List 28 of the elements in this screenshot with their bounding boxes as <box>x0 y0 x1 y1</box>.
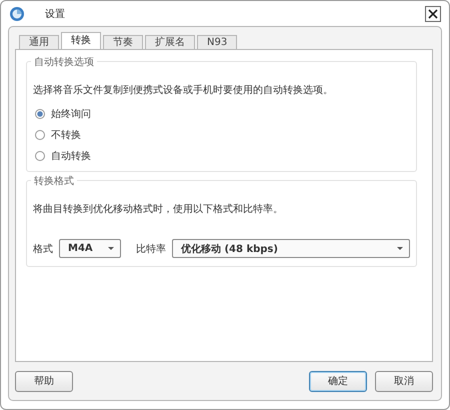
close-icon <box>428 8 438 18</box>
dropdown[interactable]: 优化移动 (48 kbps) <box>172 239 410 258</box>
radio-label[interactable]: 始终询问 <box>51 107 91 121</box>
field-label: 格式 <box>33 242 53 256</box>
tab[interactable]: 节奏 <box>103 35 143 49</box>
radio-label[interactable]: 不转换 <box>51 128 81 142</box>
tab[interactable]: 扩展名 <box>145 35 195 49</box>
radio-button[interactable] <box>35 130 45 140</box>
radio-label[interactable]: 自动转换 <box>51 149 91 163</box>
field-label: 比特率 <box>136 242 166 256</box>
app-logo-icon <box>9 6 25 22</box>
radio-button[interactable] <box>35 151 45 161</box>
caret-icon <box>397 247 403 250</box>
group-title: 自动转换选项 <box>31 55 97 69</box>
tab[interactable]: 转换 <box>61 32 101 49</box>
radio-button[interactable] <box>35 109 45 119</box>
window-title: 设置 <box>45 8 65 20</box>
dialog-button[interactable]: 帮助 <box>15 370 73 392</box>
description-text: 选择将音乐文件复制到便携式设备或手机时要使用的自动转换选项。 <box>33 84 334 97</box>
dropdown[interactable]: M4A <box>59 239 121 258</box>
tab[interactable]: 通用 <box>19 35 59 49</box>
dialog-button[interactable]: 取消 <box>375 370 433 392</box>
close-button[interactable] <box>425 6 441 22</box>
dialog-button[interactable]: 确定 <box>309 370 367 392</box>
description-text: 将曲目转换到优化移动格式时，使用以下格式和比特率。 <box>33 202 284 216</box>
caret-icon <box>108 247 114 250</box>
tab[interactable]: N93 <box>197 35 238 49</box>
group-title: 转换格式 <box>31 174 77 188</box>
